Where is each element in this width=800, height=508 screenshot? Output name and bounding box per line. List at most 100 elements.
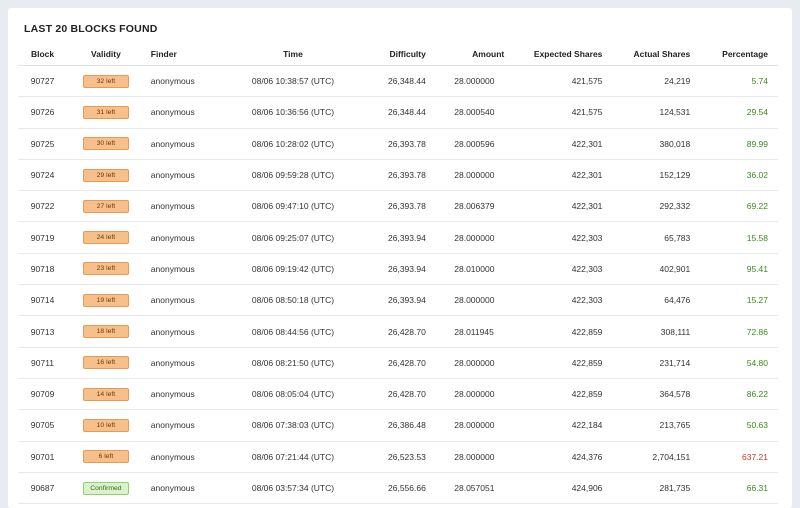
column-header-time[interactable]: Time bbox=[230, 43, 356, 66]
finder-cell: anonymous bbox=[144, 472, 231, 505]
difficulty-cell: 26,393.78 bbox=[355, 159, 432, 192]
finder-cell: anonymous bbox=[144, 284, 231, 317]
block-number[interactable]: 90701 bbox=[18, 441, 68, 473]
block-number[interactable]: 90705 bbox=[18, 409, 68, 442]
difficulty-cell: 26,393.94 bbox=[355, 221, 432, 254]
actual-shares-cell: 364,578 bbox=[608, 378, 697, 411]
validity-cell: Confirmed bbox=[67, 472, 145, 505]
time-cell: 08/06 08:44:56 (UTC) bbox=[230, 315, 356, 348]
amount-cell: 28.000000 bbox=[431, 378, 511, 411]
table-row[interactable]: 90687 Confirmed anonymous 08/06 03:57:34 (U… bbox=[18, 472, 778, 505]
difficulty-cell: 26,428.70 bbox=[355, 347, 432, 379]
validity-badge: 10 left bbox=[82, 418, 129, 432]
expected-shares-cell: 422,303 bbox=[510, 221, 609, 254]
validity-badge: 14 left bbox=[82, 387, 129, 401]
block-number[interactable]: 90687 bbox=[18, 472, 68, 505]
column-header-actual-shares[interactable]: Actual Shares bbox=[608, 43, 697, 66]
validity-cell: 10 left bbox=[67, 409, 145, 442]
percentage-cell: 29.54 bbox=[696, 96, 778, 129]
table-row[interactable]: 90719 24 left anonymous 08/06 09:25:07 (UTC… bbox=[18, 221, 778, 254]
table-row[interactable]: 90709 14 left anonymous 08/06 08:05:04 (UTC… bbox=[18, 378, 778, 411]
expected-shares-cell: 424,906 bbox=[510, 472, 609, 505]
table-row[interactable]: 90726 31 left anonymous 08/06 10:36:56 (UTC… bbox=[18, 96, 778, 129]
finder-cell: anonymous bbox=[144, 65, 231, 98]
finder-cell: anonymous bbox=[144, 128, 231, 160]
validity-cell: 23 left bbox=[67, 253, 145, 286]
table-row[interactable]: 90714 19 left anonymous 08/06 08:50:18 (UTC… bbox=[18, 284, 778, 317]
amount-value: 28.000000 bbox=[454, 389, 495, 400]
time-cell: 08/06 10:36:56 (UTC) bbox=[230, 96, 356, 129]
percentage-cell: 95.41 bbox=[696, 253, 778, 286]
block-number[interactable]: 90711 bbox=[18, 347, 68, 379]
expected-shares-cell: 422,859 bbox=[510, 315, 609, 348]
expected-shares-cell: 421,575 bbox=[510, 96, 609, 129]
block-number[interactable]: 90727 bbox=[18, 65, 68, 98]
finder-cell: anonymous bbox=[144, 221, 231, 254]
block-number[interactable]: 90718 bbox=[18, 253, 68, 286]
amount-value: 28.000000 bbox=[454, 357, 495, 368]
table-row[interactable]: 90718 23 left anonymous 08/06 09:19:42 (UTC… bbox=[18, 253, 778, 286]
time-cell: 08/06 08:50:18 (UTC) bbox=[230, 284, 356, 317]
expected-shares-cell: 422,301 bbox=[510, 159, 609, 192]
validity-badge: 31 left bbox=[82, 105, 129, 119]
block-number[interactable]: 90719 bbox=[18, 221, 68, 254]
percentage-cell: 54.80 bbox=[696, 347, 778, 379]
actual-shares-cell: 292,332 bbox=[608, 190, 697, 223]
table-row[interactable]: 90711 16 left anonymous 08/06 08:21:50 (UTC… bbox=[18, 347, 778, 379]
column-header-block[interactable]: Block bbox=[18, 43, 68, 66]
finder-cell: anonymous bbox=[144, 378, 231, 411]
actual-shares-cell: 152,129 bbox=[608, 159, 697, 192]
table-row[interactable]: 90724 29 left anonymous 08/06 09:59:28 (UTC… bbox=[18, 159, 778, 192]
actual-shares-cell: 24,219 bbox=[608, 65, 697, 98]
actual-shares-cell: 213,765 bbox=[608, 409, 697, 442]
validity-cell: 18 left bbox=[67, 315, 145, 348]
table-row[interactable]: 90725 30 left anonymous 08/06 10:28:02 (UTC… bbox=[18, 128, 778, 160]
time-cell: 08/06 09:59:28 (UTC) bbox=[230, 159, 356, 192]
table-row[interactable]: 90701 6 left anonymous 08/06 07:21:44 (UTC)… bbox=[18, 441, 778, 473]
amount-value: 28.000000 bbox=[454, 295, 495, 306]
column-header-finder[interactable]: Finder bbox=[144, 43, 231, 66]
validity-cell: 19 left bbox=[67, 284, 145, 317]
percentage-cell: 50.63 bbox=[696, 409, 778, 442]
block-number[interactable]: 90714 bbox=[18, 284, 68, 317]
column-header-expected-shares[interactable]: Expected Shares bbox=[510, 43, 609, 66]
amount-value: 28.000540 bbox=[454, 107, 495, 118]
table-row[interactable]: 90713 18 left anonymous 08/06 08:44:56 (UTC… bbox=[18, 315, 778, 348]
column-header-percentage[interactable]: Percentage bbox=[696, 43, 778, 66]
column-header-validity[interactable]: Validity bbox=[67, 43, 145, 66]
table-row[interactable]: 90727 32 left anonymous 08/06 10:38:57 (UTC… bbox=[18, 65, 778, 98]
validity-cell: 27 left bbox=[67, 190, 145, 223]
actual-shares-cell: 308,111 bbox=[608, 315, 697, 348]
table-body: 90727 32 left anonymous 08/06 10:38:57 (UTC… bbox=[18, 65, 778, 505]
time-cell: 08/06 07:21:44 (UTC) bbox=[230, 441, 356, 473]
difficulty-cell: 26,393.94 bbox=[355, 253, 432, 286]
column-header-amount[interactable]: Amount bbox=[431, 43, 511, 66]
actual-shares-cell: 124,531 bbox=[608, 96, 697, 129]
validity-badge: Confirmed bbox=[82, 481, 129, 495]
block-number[interactable]: 90726 bbox=[18, 96, 68, 129]
difficulty-cell: 26,523.53 bbox=[355, 441, 432, 473]
amount-cell: 28.000000 bbox=[431, 221, 511, 254]
time-cell: 08/06 10:38:57 (UTC) bbox=[230, 65, 356, 98]
amount-value: 28.000596 bbox=[454, 138, 495, 149]
expected-shares-cell: 422,859 bbox=[510, 347, 609, 379]
table-row[interactable]: 90705 10 left anonymous 08/06 07:38:03 (UTC… bbox=[18, 409, 778, 442]
block-number[interactable]: 90722 bbox=[18, 190, 68, 223]
percentage-cell: 86.22 bbox=[696, 378, 778, 411]
column-header-difficulty[interactable]: Difficulty bbox=[355, 43, 432, 66]
block-number[interactable]: 90709 bbox=[18, 378, 68, 411]
time-cell: 08/06 09:25:07 (UTC) bbox=[230, 221, 356, 254]
percentage-cell: 637.21 bbox=[696, 441, 778, 473]
block-number[interactable]: 90725 bbox=[18, 128, 68, 160]
validity-badge: 16 left bbox=[82, 356, 129, 370]
finder-cell: anonymous bbox=[144, 96, 231, 129]
percentage-cell: 89.99 bbox=[696, 128, 778, 160]
amount-value: 28.011945 bbox=[454, 326, 494, 337]
block-number[interactable]: 90724 bbox=[18, 159, 68, 192]
actual-shares-cell: 380,018 bbox=[608, 128, 697, 160]
table-row[interactable]: 90722 27 left anonymous 08/06 09:47:10 (UTC… bbox=[18, 190, 778, 223]
amount-cell: 28.000000 bbox=[431, 65, 511, 98]
block-number[interactable]: 90713 bbox=[18, 315, 68, 348]
table-header: Block Validity Finder Time Difficulty Am… bbox=[18, 43, 778, 66]
actual-shares-cell: 2,704,151 bbox=[608, 441, 697, 473]
